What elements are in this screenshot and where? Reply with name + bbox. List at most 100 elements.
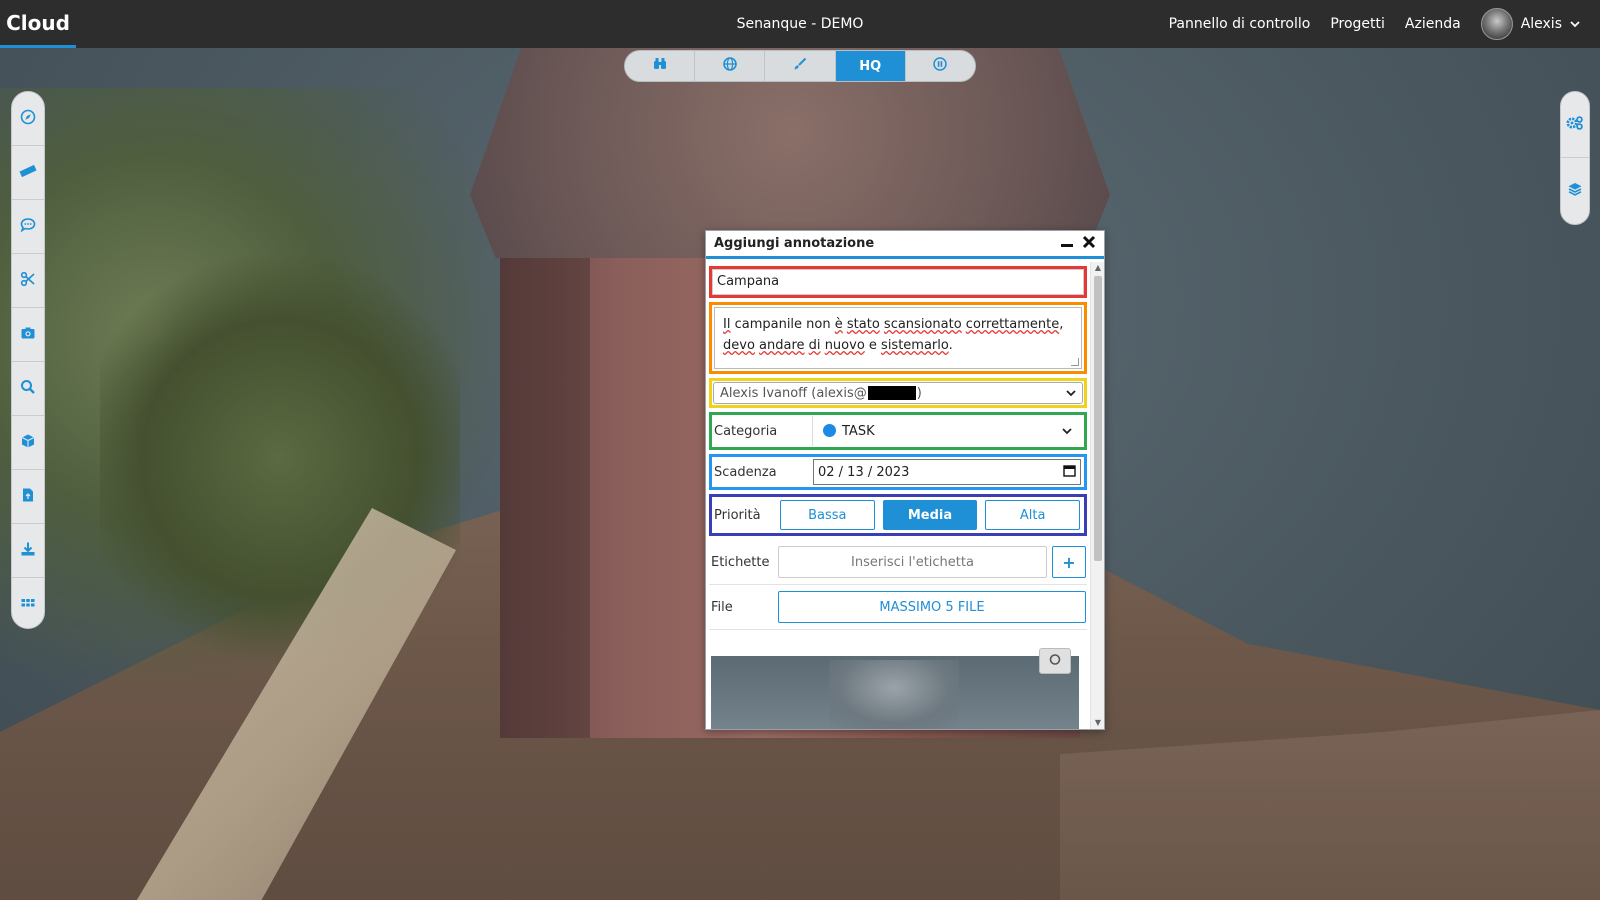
nav-projects[interactable]: Progetti bbox=[1330, 16, 1385, 32]
export-tool[interactable] bbox=[12, 524, 44, 578]
dialog-scrollbar[interactable]: ▲ ▼ bbox=[1090, 262, 1104, 729]
category-select[interactable]: TASK bbox=[812, 416, 1082, 446]
dialog-body: Campana Il campanile non è stato scansio… bbox=[706, 262, 1090, 729]
description-field-highlight: Il campanile non è stato scansionato cor… bbox=[709, 302, 1087, 374]
scroll-up-arrow[interactable]: ▲ bbox=[1091, 262, 1104, 274]
upload-file-button[interactable]: MASSIMO 5 FILE bbox=[778, 591, 1086, 623]
resize-grip[interactable] bbox=[1071, 358, 1079, 366]
chevron-down-icon bbox=[1570, 16, 1580, 32]
desc-word: nuovo bbox=[824, 338, 865, 353]
user-name: Alexis bbox=[1520, 16, 1562, 32]
desc-word: di bbox=[808, 338, 821, 353]
priority-buttons: Bassa Media Alta bbox=[777, 497, 1083, 533]
file-label: File bbox=[711, 599, 733, 615]
scissors-icon bbox=[20, 271, 36, 291]
view-mode-toolbar: HQ bbox=[624, 50, 976, 82]
layers-tool[interactable] bbox=[1561, 158, 1589, 224]
annotation-title-input[interactable]: Campana bbox=[712, 269, 1084, 295]
assignee-select[interactable]: Alexis Ivanoff (alexis@) bbox=[713, 382, 1083, 404]
assignee-text: Alexis Ivanoff (alexis@ bbox=[720, 385, 867, 401]
compass-icon bbox=[20, 109, 36, 129]
deadline-label: Scadenza bbox=[714, 464, 777, 480]
measure-tool[interactable] bbox=[12, 146, 44, 200]
desc-word: correttamente bbox=[965, 317, 1060, 332]
screenshot-tool[interactable] bbox=[12, 308, 44, 362]
left-toolbar bbox=[11, 91, 45, 629]
pause-button[interactable] bbox=[906, 51, 975, 81]
object-tool[interactable] bbox=[12, 416, 44, 470]
file-row: File MASSIMO 5 FILE bbox=[709, 585, 1087, 630]
navigation-tool[interactable] bbox=[12, 92, 44, 146]
deadline-date-input[interactable]: 02 / 13 / 2023 bbox=[813, 459, 1081, 485]
chevron-down-icon bbox=[1066, 386, 1076, 401]
priority-low-button[interactable]: Bassa bbox=[780, 500, 875, 530]
document-icon bbox=[20, 487, 36, 507]
add-annotation-dialog: Aggiungi annotazione Campana Il campanil… bbox=[705, 230, 1105, 730]
search-icon bbox=[20, 379, 36, 399]
desc-text: , bbox=[1059, 317, 1064, 332]
globe-button[interactable] bbox=[695, 51, 766, 81]
top-nav: Pannello di controllo Progetti Azienda A… bbox=[1169, 0, 1580, 48]
pause-icon bbox=[933, 57, 948, 75]
desc-text: campanile non bbox=[730, 317, 835, 332]
download-icon bbox=[20, 541, 36, 561]
desc-word: stato bbox=[846, 317, 880, 332]
desc-word: scansionato bbox=[883, 317, 962, 332]
brush-button[interactable] bbox=[765, 51, 836, 81]
top-bar: Cloud Senanque - DEMO Pannello di contro… bbox=[0, 0, 1600, 48]
minimize-icon[interactable] bbox=[1060, 236, 1074, 252]
right-toolbar bbox=[1560, 91, 1590, 225]
ruler-icon bbox=[19, 163, 37, 183]
assignee-field-highlight: Alexis Ivanoff (alexis@) bbox=[709, 378, 1087, 408]
category-label: Categoria bbox=[714, 423, 778, 439]
description-line-1: Il campanile non è stato scansionato cor… bbox=[723, 314, 1073, 335]
brand-logo[interactable]: Cloud bbox=[0, 0, 76, 48]
binoculars-icon bbox=[653, 57, 667, 75]
tags-input[interactable]: Inserisci l'etichetta bbox=[778, 546, 1047, 578]
category-field-highlight: Categoria TASK bbox=[709, 412, 1087, 450]
desc-text: . bbox=[948, 338, 953, 353]
deadline-row: Scadenza 02 / 13 / 2023 bbox=[712, 457, 1084, 487]
user-menu[interactable]: Alexis bbox=[1480, 8, 1580, 40]
clip-tool[interactable] bbox=[12, 254, 44, 308]
brush-icon bbox=[793, 57, 807, 75]
comment-icon bbox=[20, 217, 36, 237]
settings-tool[interactable] bbox=[1561, 92, 1589, 158]
grid-icon bbox=[20, 595, 36, 615]
title-field-highlight: Campana bbox=[709, 266, 1087, 298]
tower-shadow bbox=[500, 218, 590, 738]
description-textarea[interactable]: Il campanile non è stato scansionato cor… bbox=[714, 307, 1082, 369]
nav-dashboard[interactable]: Pannello di controllo bbox=[1169, 16, 1311, 32]
dialog-header[interactable]: Aggiungi annotazione bbox=[706, 231, 1104, 259]
search-tool[interactable] bbox=[12, 362, 44, 416]
layers-icon bbox=[1567, 181, 1583, 201]
nav-company[interactable]: Azienda bbox=[1405, 16, 1461, 32]
priority-high-button[interactable]: Alta bbox=[985, 500, 1081, 530]
scroll-down-arrow[interactable]: ▼ bbox=[1091, 717, 1104, 729]
priority-field-highlight: Priorità Bassa Media Alta bbox=[709, 494, 1087, 536]
screenshot-preview bbox=[711, 648, 1079, 729]
category-value: TASK bbox=[823, 423, 875, 439]
calendar-icon[interactable] bbox=[1063, 464, 1076, 481]
capture-screenshot-button[interactable] bbox=[1039, 648, 1071, 674]
priority-label: Priorità bbox=[714, 507, 761, 523]
camera-icon bbox=[20, 325, 36, 345]
scrollbar-thumb[interactable] bbox=[1094, 276, 1102, 561]
close-icon[interactable] bbox=[1082, 235, 1096, 253]
priority-medium-button[interactable]: Media bbox=[882, 500, 978, 530]
annotation-tool[interactable] bbox=[12, 200, 44, 254]
add-tag-button[interactable]: + bbox=[1052, 546, 1086, 578]
apps-tool[interactable] bbox=[12, 578, 44, 628]
camera-icon bbox=[1047, 652, 1063, 670]
chevron-down-icon bbox=[1062, 424, 1072, 439]
category-row: Categoria TASK bbox=[712, 415, 1084, 447]
binoculars-button[interactable] bbox=[625, 51, 696, 81]
preview-image bbox=[829, 660, 959, 729]
tags-label: Etichette bbox=[711, 554, 770, 570]
dialog-controls bbox=[1060, 235, 1096, 253]
tags-row: Etichette Inserisci l'etichetta + bbox=[709, 540, 1087, 585]
settings-icon bbox=[1566, 115, 1584, 135]
cube-icon bbox=[20, 433, 36, 453]
document-tool[interactable] bbox=[12, 470, 44, 524]
hq-button[interactable]: HQ bbox=[835, 51, 906, 81]
